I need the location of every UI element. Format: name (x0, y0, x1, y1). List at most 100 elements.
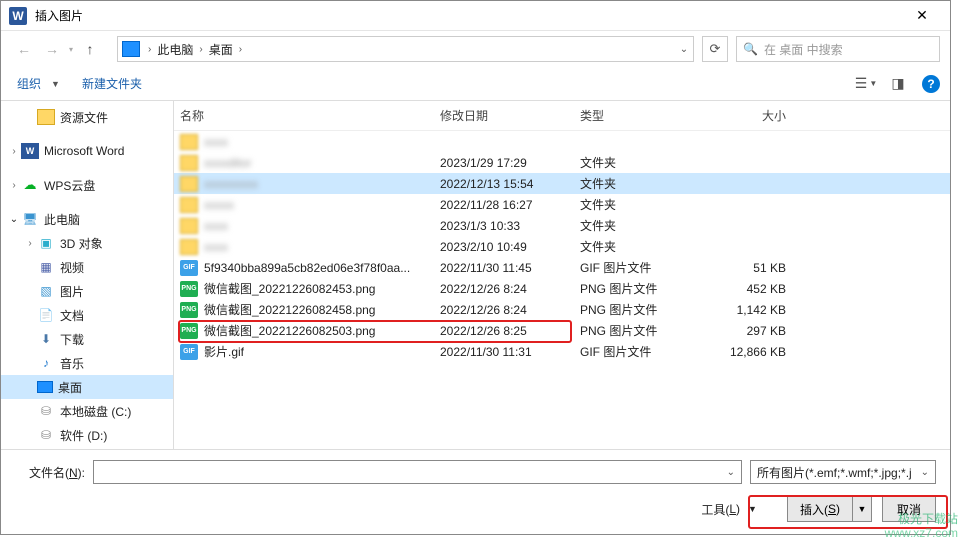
path-seg-pc[interactable]: 此电脑 (155, 41, 195, 58)
desk-icon (37, 381, 53, 393)
tree-item-label: Microsoft Word (44, 144, 124, 158)
search-placeholder: 在 桌面 中搜索 (764, 41, 843, 58)
back-button[interactable]: ← (11, 37, 37, 61)
png-icon: PNG (180, 302, 198, 318)
folder-icon (180, 155, 198, 171)
chevron-down-icon: ▼ (51, 79, 60, 89)
help-button[interactable]: ? (922, 75, 940, 93)
refresh-button[interactable]: ⟳ (702, 36, 728, 62)
view-options-button[interactable]: ☰ ▼ (852, 72, 880, 96)
toolbar: 组织 ▼ 新建文件夹 ☰ ▼ ◨ ? (1, 67, 950, 101)
file-type: PNG 图片文件 (580, 280, 700, 297)
watermark: 极光下载站 www.xz7.com (885, 512, 958, 540)
history-dropdown-icon[interactable]: ▾ (69, 45, 73, 54)
gif-icon: GIF (180, 344, 198, 360)
chevron-icon: › (23, 238, 37, 249)
file-date: 2023/1/3 10:33 (440, 219, 580, 233)
tree-item[interactable]: ⌄🖥此电脑 (1, 207, 173, 231)
file-filter-dropdown[interactable]: 所有图片(*.emf;*.wmf;*.jpg;*.j ⌄ (750, 460, 936, 484)
file-date: 2022/12/26 8:24 (440, 303, 580, 317)
path-seg-desktop[interactable]: 桌面 (207, 41, 235, 58)
path-dropdown-icon[interactable]: ⌄ (675, 44, 693, 55)
folder-icon (180, 239, 198, 255)
file-row[interactable]: xxxxx2022/11/28 16:27文件夹 (174, 194, 950, 215)
file-type: PNG 图片文件 (580, 301, 700, 318)
drive-icon: ⛁ (37, 427, 55, 443)
file-row[interactable]: GIF影片.gif2022/11/30 11:31GIF 图片文件12,866 … (174, 341, 950, 362)
tree-item[interactable]: ›☁WPS云盘 (1, 173, 173, 197)
file-size: 297 KB (700, 324, 800, 338)
pc-icon: 🖥 (21, 211, 39, 227)
file-name: xxxx (204, 240, 440, 254)
forward-button[interactable]: → (39, 37, 65, 61)
tree-item-label: 视频 (60, 259, 84, 276)
file-size: 12,866 KB (700, 345, 800, 359)
new-folder-button[interactable]: 新建文件夹 (76, 73, 148, 94)
down-icon: ⬇ (37, 331, 55, 347)
file-row[interactable]: xxxxditor2023/1/29 17:29文件夹 (174, 152, 950, 173)
insert-dropdown-icon[interactable]: ▼ (853, 497, 871, 521)
tree-item[interactable]: 桌面 (1, 375, 173, 399)
file-list[interactable]: xxxxxxxxditor2023/1/29 17:29文件夹xxxxxxxxx… (174, 131, 950, 449)
address-bar[interactable]: › 此电脑 › 桌面 › ⌄ (117, 36, 694, 62)
tree-item[interactable]: ›WMicrosoft Word (1, 139, 173, 163)
nav-tree[interactable]: 资源文件 ›WMicrosoft Word ›☁WPS云盘 ⌄🖥此电脑›▣3D 对象▦… (1, 101, 174, 449)
file-type: PNG 图片文件 (580, 322, 700, 339)
chevron-down-icon: ⌄ (727, 467, 735, 478)
tree-item[interactable]: 资源文件 (1, 105, 173, 129)
close-button[interactable]: ✕ (902, 1, 942, 30)
chevron-down-icon: ⌄ (912, 467, 929, 478)
tree-item-label: 3D 对象 (60, 235, 103, 252)
tree-item-label: 文档 (60, 307, 84, 324)
file-date: 2023/2/10 10:49 (440, 240, 580, 254)
file-name: 微信截图_20221226082453.png (204, 280, 440, 297)
folder-icon (180, 134, 198, 150)
tree-item[interactable]: ▧图片 (1, 279, 173, 303)
file-row[interactable]: xxxx2023/1/3 10:33文件夹 (174, 215, 950, 236)
cloud-icon: ☁ (21, 177, 39, 193)
folder-icon (37, 109, 55, 125)
drive-icon: ⛁ (37, 403, 55, 419)
up-button[interactable]: ↑ (77, 37, 103, 61)
folder-icon (180, 176, 198, 192)
tree-item-label: 音乐 (60, 355, 84, 372)
file-row[interactable]: xxxx (174, 131, 950, 152)
tree-item[interactable]: ⛁本地磁盘 (C:) (1, 399, 173, 423)
file-date: 2022/11/30 11:45 (440, 261, 580, 275)
file-row[interactable]: PNG 微信截图_20221226082458.png2022/12/26 8:2… (174, 299, 950, 320)
file-name: 5f9340bba899a5cb82ed06e3f78f0aa... (204, 261, 440, 275)
col-header-date[interactable]: 修改日期 (440, 107, 580, 124)
col-header-type[interactable]: 类型 (580, 107, 700, 124)
file-row[interactable]: xxxx2023/2/10 10:49文件夹 (174, 236, 950, 257)
file-row[interactable]: PNG微信截图_20221226082453.png2022/12/26 8:2… (174, 278, 950, 299)
insert-picture-dialog: W 插入图片 ✕ ← → ▾ ↑ › 此电脑 › 桌面 › ⌄ ⟳ 🔍 在 桌面… (0, 0, 951, 535)
organize-menu[interactable]: 组织 (11, 73, 47, 94)
tree-item[interactable]: ⛁软件 (D:) (1, 423, 173, 447)
tools-menu[interactable]: 工具(L) ▼ (701, 501, 757, 518)
file-row[interactable]: GIF5f9340bba899a5cb82ed06e3f78f0aa...202… (174, 257, 950, 278)
tree-item[interactable]: ⬇下载 (1, 327, 173, 351)
tree-item[interactable]: 📄文档 (1, 303, 173, 327)
tree-item[interactable]: ♪音乐 (1, 351, 173, 375)
tree-item[interactable]: ›▣3D 对象 (1, 231, 173, 255)
tree-item[interactable]: ▦视频 (1, 255, 173, 279)
file-date: 2022/12/13 15:54 (440, 177, 580, 191)
filename-input[interactable]: ⌄ (93, 460, 742, 484)
file-date: 2022/12/26 8:24 (440, 282, 580, 296)
tree-item-label: 资源文件 (60, 109, 108, 126)
col-header-size[interactable]: 大小 (700, 107, 800, 124)
file-name: xxxxx (204, 198, 440, 212)
file-date: 2022/11/28 16:27 (440, 198, 580, 212)
file-row[interactable]: xxxxxxxxx2022/12/13 15:54文件夹 (174, 173, 950, 194)
col-header-name[interactable]: 名称 (180, 107, 440, 124)
chevron-icon: › (7, 146, 21, 157)
chevron-icon: ⌄ (7, 214, 21, 225)
file-name: 微信截图_20221226082458.png (204, 301, 440, 318)
insert-button[interactable]: 插入(S) ▼ (787, 496, 872, 522)
folder-icon (180, 218, 198, 234)
tree-item-label: 桌面 (58, 379, 82, 396)
dialog-title: 插入图片 (35, 7, 902, 24)
file-row[interactable]: PNG微信截图_20221226082503.png2022/12/26 8:2… (174, 320, 950, 341)
search-input[interactable]: 🔍 在 桌面 中搜索 (736, 36, 940, 62)
preview-pane-button[interactable]: ◨ (884, 72, 912, 96)
